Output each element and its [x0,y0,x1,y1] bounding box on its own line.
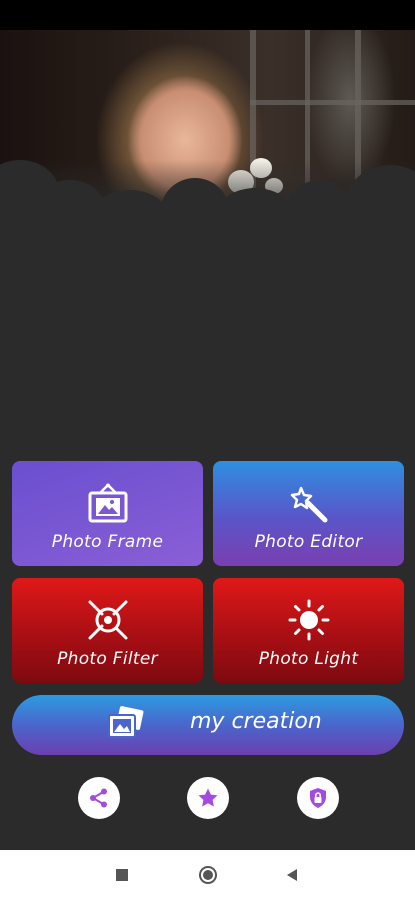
sun-light-icon [288,599,329,640]
share-button[interactable] [78,777,120,819]
photo-filter-label: Photo Filter [57,648,158,669]
home-button[interactable] [188,850,228,900]
home-icon [199,866,217,884]
back-button[interactable] [272,850,312,900]
my-creation-label: my creation [190,709,322,734]
photo-editor-label: Photo Editor [254,531,363,552]
star-icon [198,788,218,807]
photo-editor-button[interactable]: Photo Editor [213,461,404,566]
share-icon [90,788,107,808]
photo-light-label: Photo Light [258,648,359,669]
system-navigation-bar [0,850,415,900]
status-bar [0,0,415,30]
my-creation-button[interactable]: my creation [12,695,404,755]
magic-wand-icon [290,486,327,522]
photo-frame-label: Photo Frame [51,531,164,552]
aperture-filter-icon [88,600,127,639]
hero-photo [0,30,415,230]
recents-icon [116,869,128,881]
photo-stack-icon [108,706,144,738]
privacy-button[interactable] [297,777,339,819]
photo-light-button[interactable]: Photo Light [213,578,404,683]
rate-button[interactable] [187,777,229,819]
recents-button[interactable] [102,850,142,900]
photo-filter-button[interactable]: Photo Filter [12,578,203,683]
shield-lock-icon [310,788,326,808]
back-icon [287,869,297,881]
photo-frame-button[interactable]: Photo Frame [12,461,203,566]
picture-frame-icon [88,483,127,522]
